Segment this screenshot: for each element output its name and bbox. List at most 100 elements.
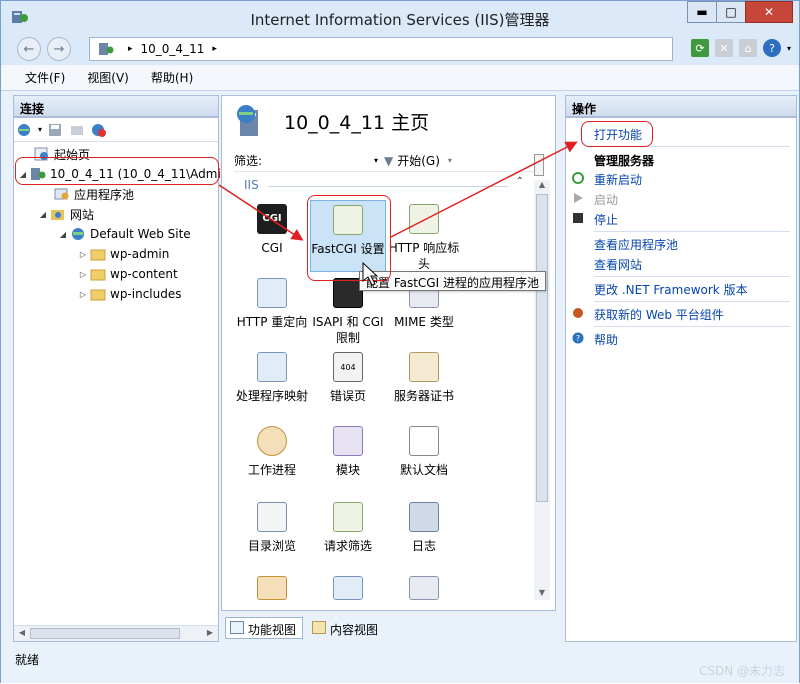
home-icon[interactable]: ⌂	[738, 39, 757, 57]
collapse-chevron-icon[interactable]: ◢	[38, 210, 48, 219]
tree-item-folder[interactable]: ▷ wp-content	[78, 264, 178, 284]
address-segment-server[interactable]: 10_0_4_11	[141, 42, 205, 56]
compression-icon	[333, 576, 363, 600]
tree-label: 应用程序池	[74, 187, 135, 202]
iis-manager-window: Internet Information Services (IIS)管理器 ▬…	[0, 0, 800, 683]
feature-modules[interactable]: 模块	[310, 426, 386, 478]
stop-icon[interactable]: ✕	[714, 39, 733, 57]
feature-partial[interactable]	[310, 576, 386, 606]
tree-label: wp-includes	[110, 287, 182, 301]
funnel-icon[interactable]: ▼	[384, 154, 393, 168]
feature-label: MIME 类型	[394, 315, 454, 329]
tree-label: wp-content	[110, 267, 178, 281]
tab-content-view[interactable]: 内容视图	[307, 617, 385, 639]
address-separator: ▸	[128, 44, 133, 54]
expand-chevron-icon[interactable]: ▷	[78, 250, 88, 259]
action-stop[interactable]: 停止	[594, 211, 618, 228]
action-change-net-version[interactable]: 更改 .NET Framework 版本	[594, 281, 748, 298]
scroll-left-icon[interactable]: ◀	[16, 628, 28, 639]
address-separator[interactable]: ▸	[212, 44, 217, 54]
feature-label: HTTP 响应标头	[388, 241, 460, 271]
annotation-box-server	[15, 157, 219, 185]
minimize-button[interactable]: ▬	[687, 1, 717, 23]
scroll-up-icon[interactable]: ▲	[536, 180, 548, 192]
scroll-right-icon[interactable]: ▶	[204, 628, 216, 639]
feature-cgi[interactable]: CGI CGI	[234, 204, 310, 256]
stop-square-icon	[573, 213, 583, 223]
disconnect-icon[interactable]	[90, 122, 108, 138]
help-dropdown-chevron-icon[interactable]: ▾	[787, 44, 791, 53]
connect-dropdown-chevron-icon[interactable]: ▾	[38, 125, 42, 134]
feature-directory-browsing[interactable]: 目录浏览	[234, 502, 310, 554]
expand-chevron-icon[interactable]: ▷	[78, 270, 88, 279]
collapse-group-icon[interactable]: ⌃	[516, 176, 524, 187]
feature-label: 工作进程	[247, 463, 296, 477]
action-start[interactable]: 启动	[594, 191, 618, 208]
menu-help[interactable]: 帮助(H)	[151, 69, 193, 86]
connections-header: 连接	[13, 95, 219, 117]
feature-request-filtering[interactable]: 请求筛选	[310, 502, 386, 554]
web-platform-icon	[573, 308, 583, 318]
features-vertical-scrollbar[interactable]: ▲ ▼	[534, 180, 550, 600]
filter-dropdown-chevron-icon[interactable]: ▾	[374, 156, 378, 165]
tree-item-folder[interactable]: ▷ wp-admin	[78, 244, 169, 264]
view-tabs: 功能视图 内容视图	[225, 617, 385, 639]
address-toolbar: ← → ▸ 10_0_4_11 ▸ ⟳ ✕ ⌂ ? ▾	[1, 33, 799, 65]
tree-item-folder[interactable]: ▷ wp-includes	[78, 284, 182, 304]
address-bar[interactable]: ▸ 10_0_4_11 ▸	[89, 37, 673, 61]
group-header-iis: IIS ⌃	[244, 176, 524, 194]
feature-label: ISAPI 和 CGI 限制	[312, 315, 384, 345]
folder-icon	[90, 269, 106, 281]
tree-item-sites[interactable]: ◢ 网站	[38, 204, 94, 224]
page-title: 10_0_4_11 主页	[284, 112, 430, 134]
go-button[interactable]: 开始(G)	[397, 152, 440, 169]
feature-handler-mappings[interactable]: 处理程序映射	[234, 352, 310, 404]
feature-logging[interactable]: 日志	[386, 502, 462, 554]
manage-server-heading: 管理服务器	[594, 154, 655, 168]
scroll-thumb[interactable]	[30, 628, 180, 639]
feature-partial[interactable]	[386, 576, 462, 606]
collapse-chevron-icon[interactable]: ◢	[58, 230, 68, 239]
save-icon[interactable]	[46, 122, 64, 138]
feature-http-redirect[interactable]: HTTP 重定向	[234, 278, 310, 330]
menu-file[interactable]: 文件(F)	[25, 69, 65, 86]
feature-partial[interactable]	[234, 576, 310, 606]
back-button[interactable]: ←	[17, 37, 41, 61]
feature-label: CGI	[261, 241, 283, 255]
scroll-thumb[interactable]	[536, 194, 548, 502]
go-dropdown-chevron-icon[interactable]: ▾	[448, 156, 452, 165]
feature-error-pages[interactable]: 404 错误页	[310, 352, 386, 404]
help-icon[interactable]: ?	[762, 39, 781, 57]
scroll-down-icon[interactable]: ▼	[536, 588, 548, 600]
menu-view[interactable]: 视图(V)	[87, 69, 129, 86]
app-pool-icon	[54, 188, 69, 200]
feature-worker-processes[interactable]: 工作进程	[234, 426, 310, 478]
feature-default-document[interactable]: 默认文档	[386, 426, 462, 478]
feature-server-certificates[interactable]: 服务器证书	[386, 352, 462, 404]
connect-globe-icon[interactable]	[16, 122, 34, 138]
help-circle-icon: ?	[572, 332, 584, 344]
feature-label: 目录浏览	[247, 539, 296, 553]
feature-http-response-headers[interactable]: HTTP 响应标头	[386, 204, 462, 272]
action-restart[interactable]: 重新启动	[594, 171, 642, 188]
forward-button[interactable]: →	[47, 37, 71, 61]
up-level-icon[interactable]	[68, 122, 86, 138]
refresh-icon[interactable]: ⟳	[690, 39, 709, 57]
maximize-button[interactable]: □	[716, 1, 746, 23]
tree-item-default-web-site[interactable]: ◢ Default Web Site	[58, 224, 191, 244]
close-button[interactable]: ✕	[745, 1, 793, 23]
action-help[interactable]: 帮助	[594, 331, 618, 348]
status-text: 就绪	[15, 653, 40, 667]
tab-features-view[interactable]: 功能视图	[225, 617, 304, 639]
tree-label: wp-admin	[110, 247, 170, 261]
action-view-app-pools[interactable]: 查看应用程序池	[594, 236, 678, 253]
output-caching-icon	[409, 576, 439, 600]
action-view-sites[interactable]: 查看网站	[594, 256, 642, 273]
tab-label: 功能视图	[248, 623, 297, 637]
tree-item-app-pools[interactable]: 应用程序池	[54, 184, 134, 204]
server-home-icon	[237, 105, 258, 136]
action-get-web-platform-components[interactable]: 获取新的 Web 平台组件	[594, 306, 724, 323]
expand-chevron-icon[interactable]: ▷	[78, 290, 88, 299]
connections-horizontal-scrollbar[interactable]: ◀ ▶	[14, 625, 218, 641]
filter-label: 筛选:	[234, 154, 263, 168]
